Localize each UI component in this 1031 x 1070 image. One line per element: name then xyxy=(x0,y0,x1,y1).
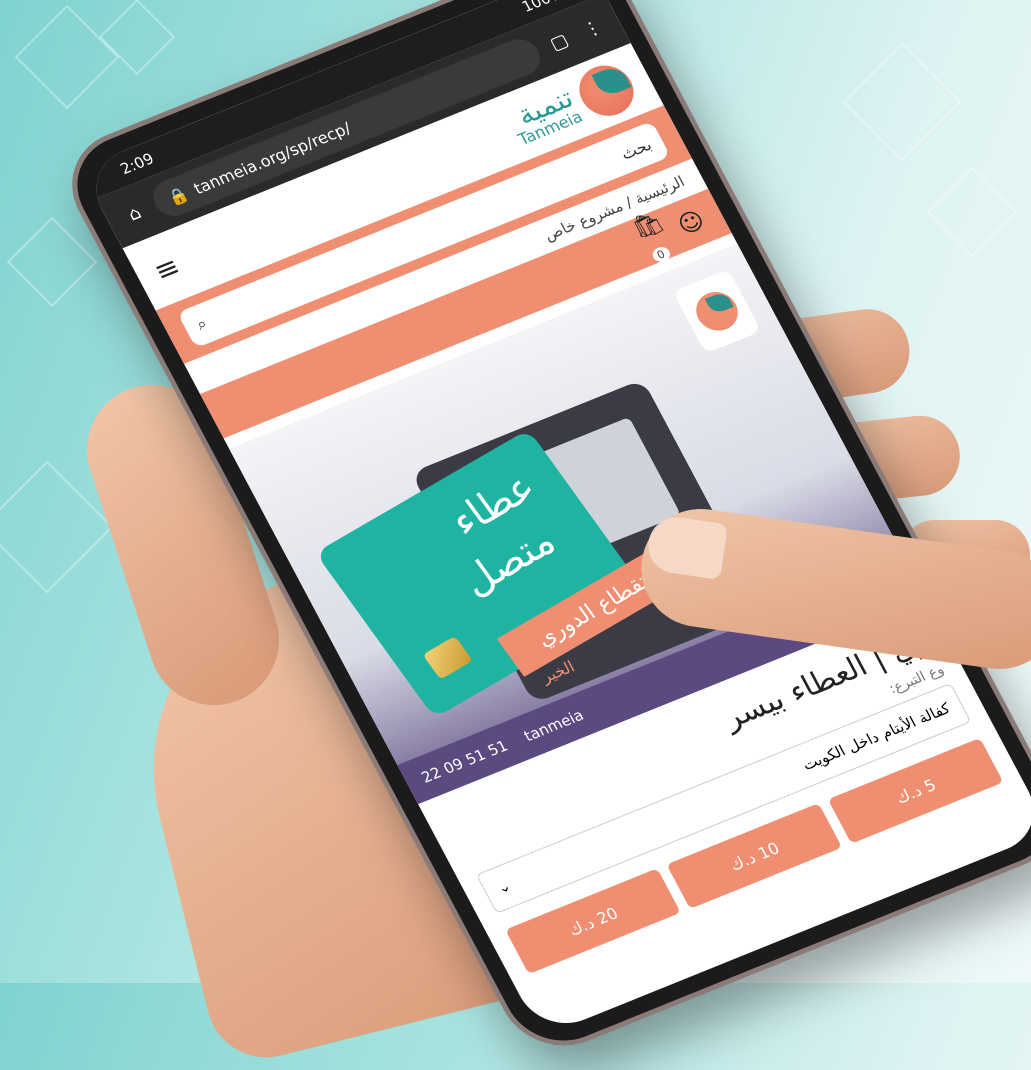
search-placeholder: بحث xyxy=(617,134,655,164)
logo-mark-icon xyxy=(570,57,643,124)
search-icon[interactable]: ⌕ xyxy=(193,314,211,335)
background-pattern xyxy=(926,166,1018,258)
banner-phone: 22 09 51 51 xyxy=(418,736,511,787)
logo-mark-icon xyxy=(689,286,745,337)
logo-text: تنمية Tanmeia xyxy=(503,81,585,149)
fingernail xyxy=(644,513,728,580)
background-pattern xyxy=(842,42,962,162)
background-pattern xyxy=(14,4,120,110)
background-pattern xyxy=(6,216,98,308)
banner-handle: tanmeia xyxy=(520,706,587,746)
tabs-icon[interactable]: ▢ xyxy=(542,28,576,56)
home-icon[interactable]: ⌂ xyxy=(117,199,151,227)
hamburger-menu-icon[interactable]: ≡ xyxy=(148,249,185,287)
menu-dots-icon[interactable]: ⋮ xyxy=(575,14,609,42)
card-chip-icon xyxy=(422,635,473,680)
user-icon[interactable]: ☺ xyxy=(673,205,710,240)
banner-logo xyxy=(672,269,762,354)
status-time: 2:09 xyxy=(117,149,158,179)
cart-count: 0 xyxy=(649,244,673,265)
chevron-down-icon: ⌄ xyxy=(494,876,515,898)
cart-icon[interactable]: 🛍0 xyxy=(627,207,678,268)
lock-icon: 🔒 xyxy=(164,183,192,209)
